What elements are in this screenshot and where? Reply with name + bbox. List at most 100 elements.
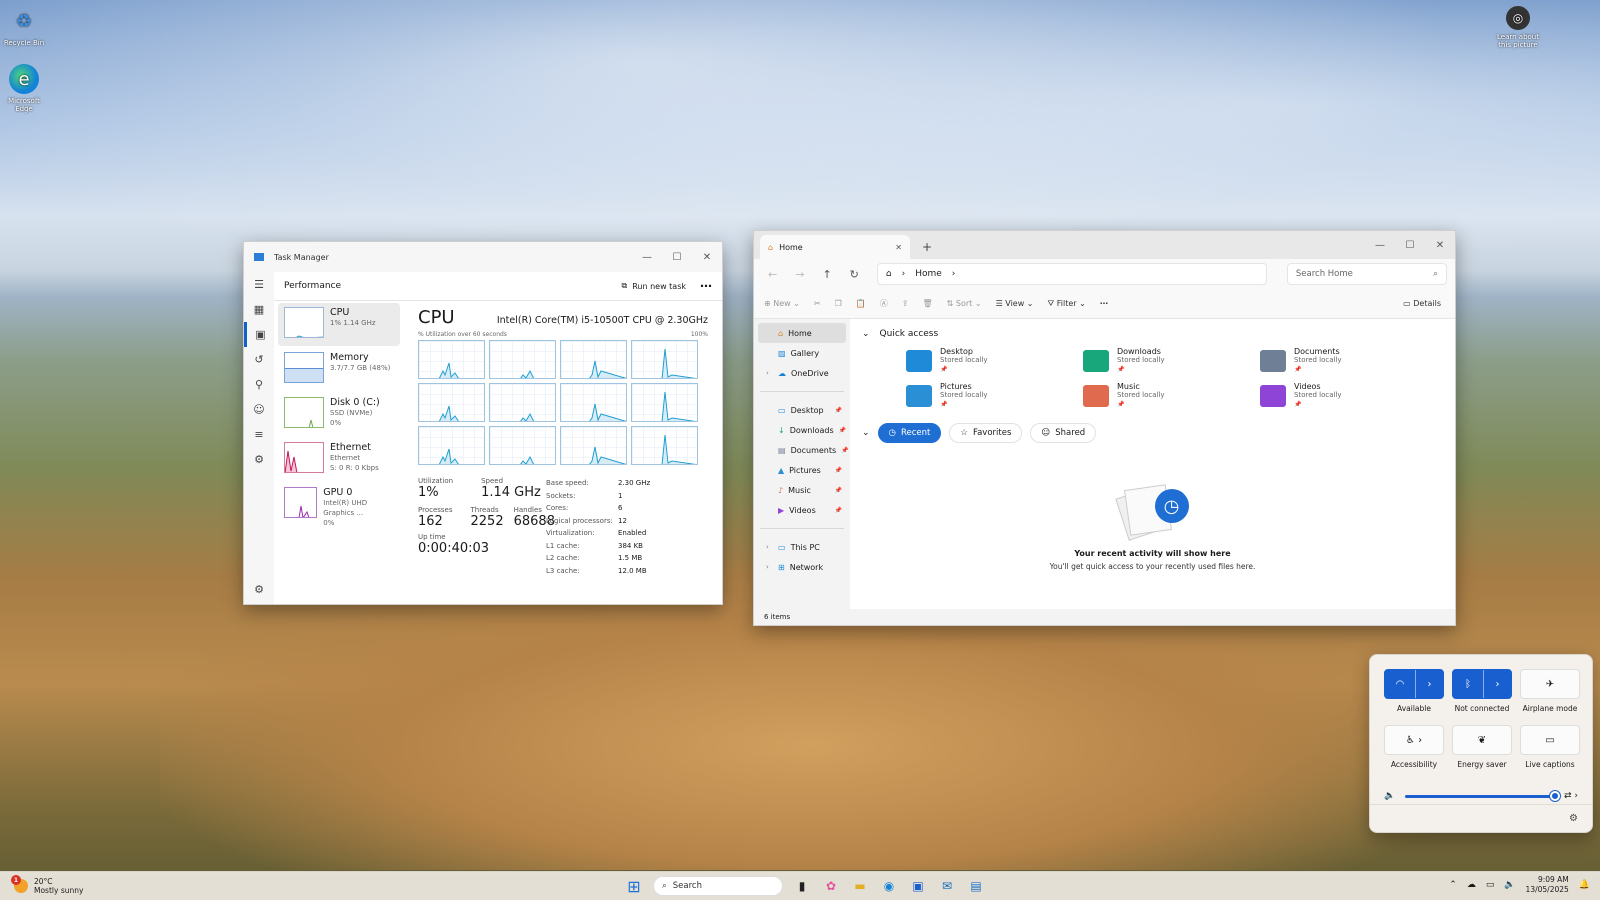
sort-button[interactable]: ⇅ Sort ⌄ [947,299,982,308]
shared-pill[interactable]: ☺ Shared [1030,423,1097,443]
settings-icon[interactable]: ⚙ [1569,813,1578,824]
notifications-icon[interactable]: 🔔 [1579,880,1590,890]
quick-access-desktop[interactable]: Desktop Stored locally 📌 [906,347,1083,374]
desktop-icon-learn-picture[interactable]: ◎ Learn about this picture [1492,6,1544,49]
sidebar-item-downloads[interactable]: ↓ Downloads 📌 [758,420,846,440]
start-button[interactable]: ⊞ [624,876,644,896]
sidebar-item-desktop[interactable]: ▭ Desktop 📌 [758,400,846,420]
collapse-chevron-icon[interactable]: ⌄ [862,428,870,438]
rename-icon[interactable]: Ⓐ [880,298,888,309]
quick-access-pictures[interactable]: Pictures Stored locally 📌 [906,382,1083,409]
sidebar-item-videos[interactable]: ▶ Videos 📌 [758,500,846,520]
live-captions-tile[interactable]: ▭ Live captions [1520,725,1580,769]
perf-item-gpu[interactable]: GPU 0 Intel(R) UHD Graphics ... 0% [278,483,400,527]
desktop-icon-edge[interactable]: e Microsoft Edge [0,64,48,113]
edge-taskbar-icon[interactable]: ◉ [879,876,899,896]
filter-button[interactable]: ⛛ Filter ⌄ [1048,299,1086,309]
expand-chevron-icon[interactable]: › [766,543,769,551]
sidebar-item-music[interactable]: ♪ Music 📌 [758,480,846,500]
clock[interactable]: 9:09 AM 13/05/2025 [1526,875,1569,895]
wifi-expand-button[interactable]: › [1415,670,1443,698]
users-icon[interactable]: ☺ [244,397,274,422]
settings-icon[interactable]: ⚙ [244,577,274,602]
new-tab-button[interactable]: + [922,240,932,254]
new-button[interactable]: ⊕ New ⌄ [764,299,800,308]
bluetooth-icon[interactable]: ᛒ [1453,670,1483,698]
store-taskbar-icon[interactable]: ▣ [908,876,928,896]
sidebar-item-onedrive[interactable]: › ☁ OneDrive [758,363,846,383]
maximize-button[interactable]: ☐ [1395,240,1425,251]
outlook-taskbar-icon[interactable]: ✉ [937,876,957,896]
share-icon[interactable]: ⇪ [902,299,909,308]
network-icon[interactable]: ▭ [1486,880,1495,890]
details-icon[interactable]: ≡ [244,422,274,447]
close-button[interactable]: ✕ [692,252,722,263]
volume-icon[interactable]: 🔈 [1504,880,1515,890]
desktop-icon-recycle-bin[interactable]: ♻ Recycle Bin [0,6,48,48]
paste-icon[interactable]: 📋 [856,299,866,308]
copy-icon[interactable]: ❐ [835,299,842,308]
processes-icon[interactable]: ▦ [244,297,274,322]
file-explorer-taskbar-icon[interactable]: ▬ [850,876,870,896]
airplane-mode-tile[interactable]: ✈ Airplane mode [1520,669,1580,713]
bluetooth-expand-button[interactable]: › [1483,670,1511,698]
minimize-button[interactable]: — [632,252,662,263]
cut-icon[interactable]: ✂ [814,299,821,308]
quick-access-downloads[interactable]: Downloads Stored locally 📌 [1083,347,1260,374]
sidebar-item-documents[interactable]: ▤ Documents 📌 [758,440,849,460]
app-history-icon[interactable]: ↺ [244,347,274,372]
delete-icon[interactable]: 🗑 [923,299,933,308]
perf-item-cpu[interactable]: CPU 1% 1.14 GHz [278,303,400,346]
sidebar-item-this-pc[interactable]: › ▭ This PC [758,537,846,557]
sidebar-item-pictures[interactable]: ▲ Pictures 📌 [758,460,846,480]
volume-slider-thumb[interactable] [1549,790,1560,801]
sidebar-item-home[interactable]: ⌂ Home [758,323,846,343]
chevron-up-icon[interactable]: ⌃ [1449,880,1457,890]
back-button[interactable]: ← [768,268,777,281]
search-input[interactable]: Search Home ⌕ [1286,263,1447,285]
services-icon[interactable]: ⚙ [244,447,274,472]
tab-home[interactable]: ⌂ Home ✕ [760,235,910,259]
perf-item-memory[interactable]: Memory 3.7/7.7 GB (48%) [278,348,400,391]
energy-saver-tile[interactable]: ❦ Energy saver [1452,725,1512,769]
sidebar-item-network[interactable]: › ⊞ Network [758,557,846,577]
close-tab-button[interactable]: ✕ [895,243,902,252]
hamburger-icon[interactable]: ☰ [244,272,274,297]
wifi-icon[interactable]: ◠ [1385,670,1415,698]
quick-access-music[interactable]: Music Stored locally 📌 [1083,382,1260,409]
perf-item-ethernet[interactable]: Ethernet Ethernet S: 0 R: 0 Kbps [278,438,400,481]
close-button[interactable]: ✕ [1425,240,1455,251]
recent-pill[interactable]: ◷ Recent [877,423,942,443]
bluetooth-tile[interactable]: ᛒ › Not connected [1452,669,1512,713]
onedrive-icon[interactable]: ☁ [1467,880,1476,890]
details-button[interactable]: ▭ Details [1403,299,1441,308]
refresh-button[interactable]: ↻ [850,268,859,281]
address-bar[interactable]: ⌂ › Home › [876,263,1267,285]
up-button[interactable]: ↑ [822,268,831,281]
sidebar-item-gallery[interactable]: ▨ Gallery [758,343,846,363]
expand-chevron-icon[interactable]: › [766,369,769,377]
run-new-task-button[interactable]: ⧉ Run new task [621,281,686,291]
speaker-icon[interactable]: 🔈 [1384,791,1395,801]
copilot-icon[interactable]: ✿ [821,876,841,896]
startup-icon[interactable]: ⚲ [244,372,274,397]
view-button[interactable]: ☰ View ⌄ [996,299,1034,308]
task-view-icon[interactable]: ▮ [792,876,812,896]
minimize-button[interactable]: — [1365,240,1395,251]
audio-output-icon[interactable]: ⇄ › [1564,791,1578,801]
accessibility-tile[interactable]: ♿ › Accessibility [1384,725,1444,769]
performance-icon[interactable]: ▣ [244,322,274,347]
weather-widget[interactable]: 1 20°C Mostly sunny [0,875,83,895]
volume-slider[interactable] [1405,790,1560,801]
expand-chevron-icon[interactable]: › [766,563,769,571]
task-manager-taskbar-icon[interactable]: ▤ [966,876,986,896]
collapse-chevron-icon[interactable]: ⌄ [862,329,870,339]
maximize-button[interactable]: ☐ [662,252,692,263]
more-options-button[interactable]: ⋯ [700,279,712,293]
favorites-pill[interactable]: ☆ Favorites [949,423,1023,443]
quick-access-documents[interactable]: Documents Stored locally 📌 [1260,347,1437,374]
more-options-button[interactable]: ⋯ [1100,299,1108,308]
wifi-tile[interactable]: ◠ › Available [1384,669,1444,713]
perf-item-disk[interactable]: Disk 0 (C:) SSD (NVMe) 0% [278,393,400,436]
quick-access-videos[interactable]: Videos Stored locally 📌 [1260,382,1437,409]
